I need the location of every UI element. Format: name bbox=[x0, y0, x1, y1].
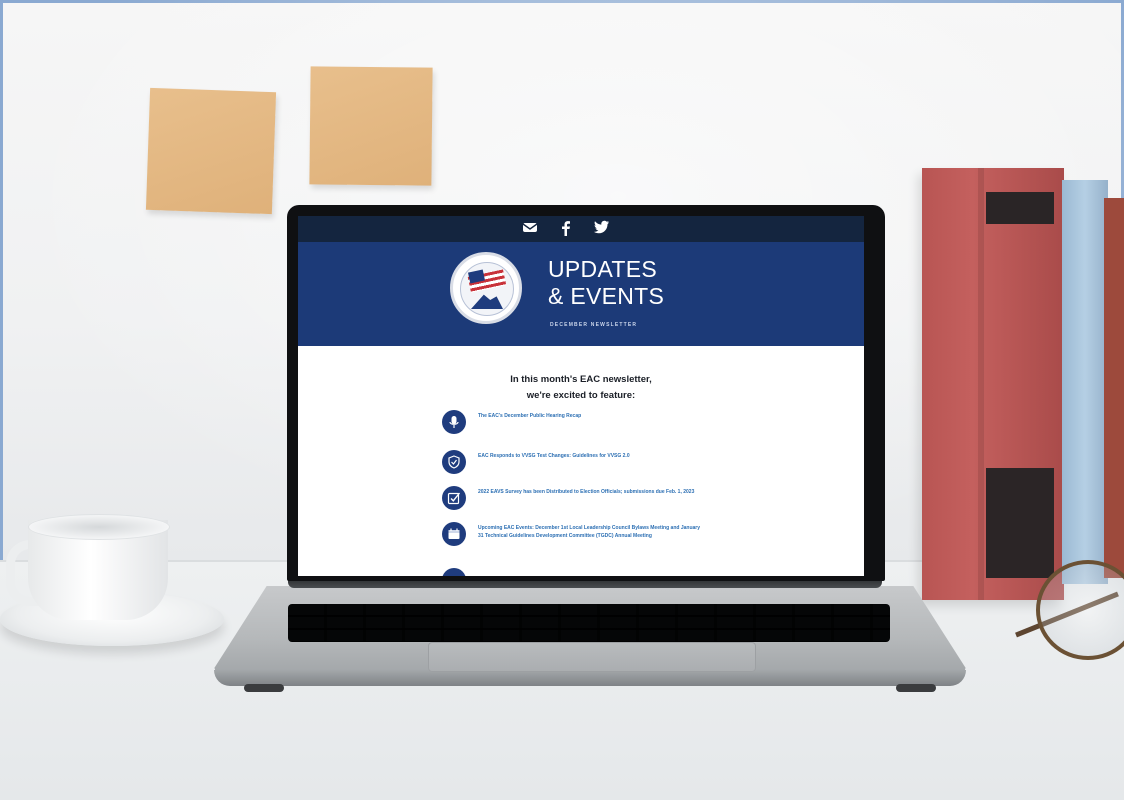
newsletter-title-line2: & EVENTS bbox=[548, 283, 665, 309]
feature-item-link[interactable]: 2022 EAVS Survey has been Distributed to… bbox=[478, 488, 702, 496]
red-book bbox=[922, 168, 1064, 600]
newsletter-body: In this month's EAC newsletter, we're ex… bbox=[298, 346, 864, 576]
blue-book bbox=[1062, 180, 1108, 584]
seal-emblem bbox=[460, 262, 514, 316]
shield-check-icon bbox=[442, 450, 466, 474]
laptop-foot-left bbox=[244, 684, 284, 692]
feature-item-link[interactable]: EAC Responds to VVSG Test Changes: Guide… bbox=[478, 452, 702, 460]
laptop-screen: UPDATES & EVENTS DECEMBER NEWSLETTER In … bbox=[298, 216, 864, 576]
laptop-front-lip bbox=[214, 670, 966, 686]
seal-mountain bbox=[471, 294, 503, 309]
intro-line-1: In this month's EAC newsletter, bbox=[510, 374, 652, 385]
book-label-bottom bbox=[986, 468, 1054, 578]
coffee-cup-rim bbox=[28, 514, 170, 540]
calendar-icon bbox=[442, 522, 466, 546]
brown-book bbox=[1104, 198, 1124, 578]
info-icon bbox=[442, 568, 466, 576]
microphone-icon bbox=[442, 410, 466, 434]
feature-item-link[interactable]: The EAC's December Public Hearing Recap bbox=[478, 412, 702, 420]
photo-scene: UPDATES & EVENTS DECEMBER NEWSLETTER In … bbox=[0, 0, 1124, 800]
sticky-note-left bbox=[145, 87, 277, 215]
laptop-keyboard bbox=[288, 604, 890, 642]
agency-seal-logo bbox=[450, 252, 522, 324]
social-icons bbox=[522, 220, 610, 236]
newsletter-subtitle: DECEMBER NEWSLETTER bbox=[550, 322, 638, 328]
laptop-foot-right bbox=[896, 684, 936, 692]
intro-line-2: we're excited to feature: bbox=[526, 390, 636, 401]
book-label-top bbox=[986, 192, 1054, 224]
laptop-trackpad bbox=[428, 642, 756, 672]
email-icon[interactable] bbox=[522, 220, 538, 236]
newsletter-social-bar bbox=[298, 216, 864, 242]
book-spine-line bbox=[978, 168, 984, 600]
newsletter-title-line1: UPDATES bbox=[548, 256, 658, 282]
newsletter-title: UPDATES & EVENTS bbox=[548, 256, 664, 310]
facebook-icon[interactable] bbox=[560, 220, 572, 236]
sticky-note-right bbox=[309, 66, 433, 186]
newsletter-hero-banner: UPDATES & EVENTS DECEMBER NEWSLETTER bbox=[298, 242, 864, 346]
feature-item-link[interactable]: Upcoming EAC Events: December 1st Local … bbox=[478, 524, 702, 540]
checkbox-icon bbox=[442, 486, 466, 510]
twitter-icon[interactable] bbox=[594, 220, 610, 236]
